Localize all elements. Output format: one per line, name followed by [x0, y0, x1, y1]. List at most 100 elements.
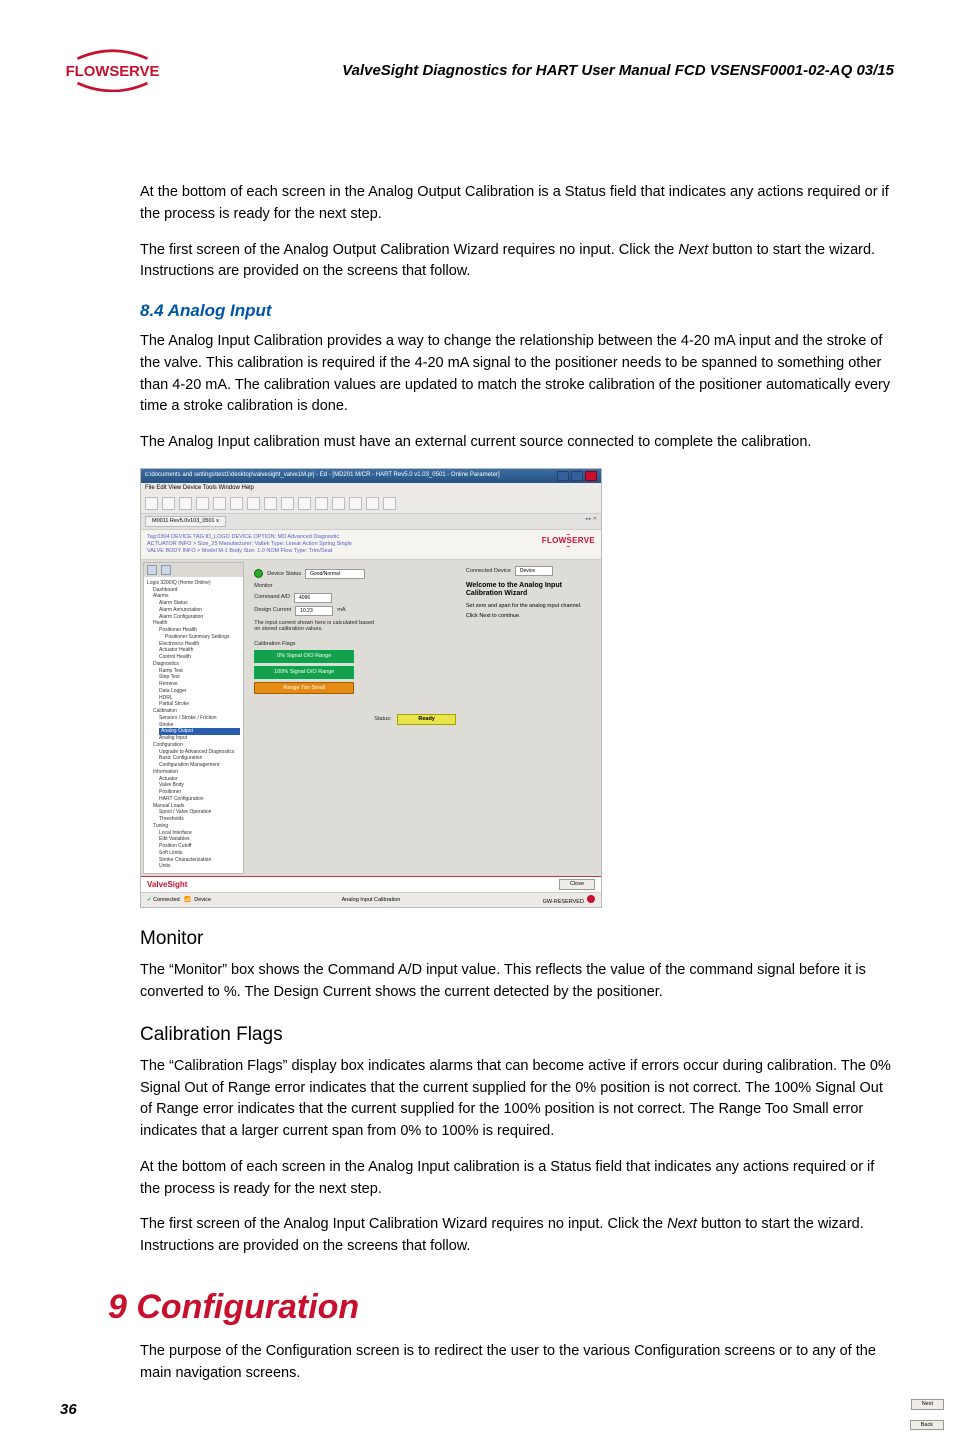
menu-bar[interactable]: File Edit View Device Tools Window Help	[141, 483, 601, 494]
toolbar-button[interactable]	[230, 497, 243, 510]
tree-item[interactable]: Diagnostics	[153, 661, 240, 668]
tree-item[interactable]: Spool / Valve Operation	[159, 809, 240, 816]
toolbar-button[interactable]	[264, 497, 277, 510]
tree-item[interactable]: Basic Configuration	[159, 755, 240, 762]
tree-item[interactable]: Control Health	[159, 654, 240, 661]
toolbar-button[interactable]	[366, 497, 379, 510]
toolbar-button[interactable]	[281, 497, 294, 510]
footer-screen-name: Analog Input Calibration	[342, 897, 401, 904]
tree-expand-icon[interactable]	[161, 565, 171, 575]
toolbar-button[interactable]	[196, 497, 209, 510]
toolbar-button[interactable]	[349, 497, 362, 510]
toolbar-button[interactable]	[315, 497, 328, 510]
tree-item[interactable]: Information	[153, 769, 240, 776]
device-info-strip: Tag:0304 DEVICE TAG:ID_LOGO DEVICE OPTIO…	[141, 530, 601, 560]
page-number: 36	[60, 1401, 77, 1418]
status-value: Ready	[397, 714, 456, 725]
tree-item[interactable]: Analog Output	[159, 728, 240, 735]
tree-item[interactable]: Positioner Health	[159, 627, 240, 634]
tree-item[interactable]: Alarm Annunciation	[159, 607, 240, 614]
tree-item[interactable]: Manual Loads	[153, 803, 240, 810]
monitor-group-label: Monitor	[254, 583, 456, 590]
device-status: Device	[194, 897, 211, 903]
connected-status: Connected	[153, 897, 180, 903]
flag-0-signal: 0% Signal O/O Range	[254, 650, 354, 663]
toolbar-button[interactable]	[162, 497, 175, 510]
close-button[interactable]: Close	[559, 879, 595, 890]
tree-item[interactable]: Edit Variables	[159, 836, 240, 843]
paragraph: The purpose of the Configuration screen …	[60, 1341, 894, 1385]
wizard-text: Click Next to continue.	[466, 613, 593, 620]
tree-item[interactable]: Thresholds	[159, 816, 240, 823]
toolbar-button[interactable]	[247, 497, 260, 510]
tree-item[interactable]: Alarm Configuration	[159, 614, 240, 621]
tree-item[interactable]: Positioner	[159, 789, 240, 796]
toolbar	[141, 494, 601, 514]
device-status-value: Good/Normal	[305, 569, 365, 579]
tree-item[interactable]: Upgrade to Advanced Diagnostics	[159, 749, 240, 756]
window-titlebar: c:\documents and settings\test1\desktop\…	[141, 469, 601, 483]
tree-item[interactable]: Stroke	[159, 722, 240, 729]
connected-device-value: Device	[515, 566, 553, 576]
flag-100-signal: 100% Signal O/O Range	[254, 666, 354, 679]
tree-item[interactable]: Configuration	[153, 742, 240, 749]
toolbar-button[interactable]	[145, 497, 158, 510]
tree-item[interactable]: Alarms	[153, 593, 240, 600]
tree-item[interactable]: Alarm Status	[159, 600, 240, 607]
paragraph: The Analog Input Calibration provides a …	[60, 331, 894, 418]
back-button[interactable]: Back	[910, 1420, 944, 1431]
tree-item[interactable]: Ramp Test	[159, 668, 240, 675]
nav-tree[interactable]: Logix 3200IQ (Home Online) DashboardAlar…	[143, 562, 244, 874]
tree-item[interactable]: Analog Input	[159, 735, 240, 742]
maximize-icon[interactable]	[571, 471, 583, 481]
paragraph: The Analog Input calibration must have a…	[60, 432, 894, 454]
tree-item[interactable]: Step Test	[159, 674, 240, 681]
tree-item[interactable]: Electronics Health	[159, 641, 240, 648]
tree-item[interactable]: Data Logger	[159, 688, 240, 695]
toolbar-button[interactable]	[383, 497, 396, 510]
tree-item[interactable]: Health	[153, 620, 240, 627]
toolbar-button[interactable]	[332, 497, 345, 510]
tree-item[interactable]: HART Configuration	[159, 796, 240, 803]
tree-root[interactable]: Logix 3200IQ (Home Online)	[147, 580, 240, 587]
tree-item[interactable]: Valve Body	[159, 782, 240, 789]
design-current-value: 10.23	[295, 606, 333, 616]
tree-item[interactable]: Calibration	[153, 708, 240, 715]
toolbar-button[interactable]	[179, 497, 192, 510]
tree-item[interactable]: Tuning	[153, 823, 240, 830]
paragraph: The “Monitor” box shows the Command A/D …	[60, 960, 894, 1004]
device-tab[interactable]: M0011 Rev5.0v103_0501 x	[145, 516, 226, 527]
tree-item[interactable]: Configuration Management	[159, 762, 240, 769]
record-dot-icon	[587, 895, 595, 903]
tree-item[interactable]: Dashboard	[153, 587, 240, 594]
command-ad-value: 4096	[294, 593, 332, 603]
toolbar-button[interactable]	[213, 497, 226, 510]
tree-item[interactable]: Stroke Characterization	[159, 857, 240, 864]
status-lamp-icon	[254, 569, 263, 578]
tree-collapse-icon[interactable]	[147, 565, 157, 575]
tree-item[interactable]: Soft Limits	[159, 850, 240, 857]
document-title: ValveSight Diagnostics for HART User Man…	[225, 62, 894, 79]
next-button[interactable]: Next	[911, 1399, 944, 1410]
page-header: FLOWSERVE ValveSight Diagnostics for HAR…	[60, 48, 894, 92]
close-icon[interactable]	[585, 471, 597, 481]
device-status-label: Device Status	[267, 571, 301, 578]
toolbar-button[interactable]	[298, 497, 311, 510]
tree-item[interactable]: Units	[159, 863, 240, 870]
minimize-icon[interactable]	[557, 471, 569, 481]
valvesight-brand: ValveSight	[147, 880, 187, 890]
tree-item[interactable]: HDRL	[159, 695, 240, 702]
tree-item[interactable]: Retrieve	[159, 681, 240, 688]
tree-item[interactable]: Actuator	[159, 776, 240, 783]
tree-item[interactable]: Positioner Summary Settings	[165, 634, 240, 641]
embedded-screenshot: c:\documents and settings\test1\desktop\…	[140, 468, 602, 909]
paragraph: At the bottom of each screen in the Anal…	[60, 1157, 894, 1201]
tree-item[interactable]: Local Interface	[159, 830, 240, 837]
next-button-ref: Next	[667, 1216, 697, 1232]
tree-item[interactable]: Partial Stroke	[159, 701, 240, 708]
wizard-panel: Connected Device Device Welcome to the A…	[464, 560, 601, 876]
tree-item[interactable]: Position Cutoff	[159, 843, 240, 850]
tree-item[interactable]: Actuator Health	[159, 647, 240, 654]
flowserve-logo: FLOWSERVE	[60, 48, 165, 92]
tree-item[interactable]: Sensors / Stroke / Friction	[159, 715, 240, 722]
